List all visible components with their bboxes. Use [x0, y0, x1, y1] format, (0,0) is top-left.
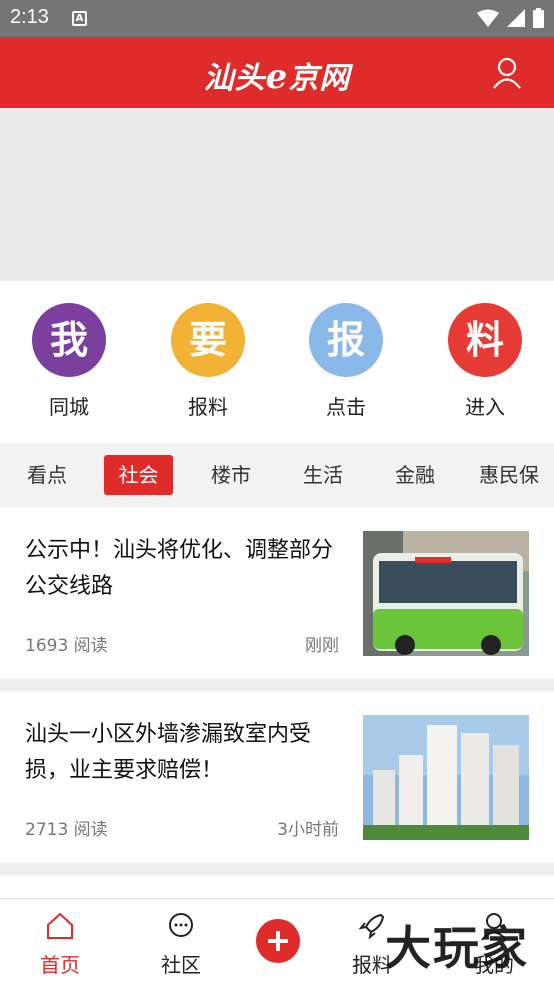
logo-main-text: 汕头 — [203, 61, 266, 96]
app-logo: 汕头e京网 — [0, 53, 554, 97]
quick-action-baoliao[interactable]: 要 报料 — [158, 303, 258, 420]
news-thumbnail-bus — [363, 531, 529, 656]
news-item[interactable]: 公示中！汕头将优化、调整部分公交线路 1693 阅读 刚刚 — [0, 507, 554, 679]
tab-kandian[interactable]: 看点 — [16, 455, 78, 495]
battery-icon — [533, 8, 544, 28]
news-separator — [0, 863, 554, 875]
news-title: 汕头一小区外墙渗漏致室内受损，业主要求赔偿！ — [25, 722, 312, 783]
news-time: 刚刚 — [305, 636, 339, 656]
quick-action-label: 进入 — [465, 395, 505, 419]
nav-home[interactable]: 首页 — [20, 911, 100, 978]
logo-e-text: e — [265, 57, 289, 97]
quick-action-dianji[interactable]: 报 点击 — [296, 303, 396, 420]
user-profile-icon[interactable] — [492, 57, 522, 89]
quick-action-tongcheng[interactable]: 我 同城 — [19, 303, 119, 420]
news-title: 公示中！汕头将优化、调整部分公交线路 — [25, 538, 334, 599]
status-time: 2:13 — [10, 6, 49, 28]
signal-icon — [507, 9, 525, 27]
tab-loushi[interactable]: 楼市 — [200, 455, 262, 495]
notification-a-icon: A — [72, 11, 87, 26]
nav-label: 首页 — [40, 953, 80, 977]
news-read-count: 1693 阅读 — [25, 636, 108, 656]
news-item[interactable]: 汕头一小区外墙渗漏致室内受损，业主要求赔偿！ 2713 阅读 3小时前 — [0, 691, 554, 863]
quick-action-circle: 料 — [448, 303, 522, 377]
tab-shenghuo[interactable]: 生活 — [292, 455, 354, 495]
quick-action-label: 同城 — [49, 395, 89, 419]
plus-icon — [268, 931, 288, 951]
rocket-icon — [358, 913, 385, 940]
tab-shehui[interactable]: 社会 — [104, 455, 173, 495]
category-tabs: 看点 社会 楼市 生活 金融 惠民保 — [0, 443, 554, 507]
news-separator — [0, 679, 554, 691]
nav-community[interactable]: 社区 — [141, 911, 221, 978]
quick-action-jinru[interactable]: 料 进入 — [435, 303, 535, 420]
banner-area[interactable] — [0, 108, 554, 281]
tab-jinrong[interactable]: 金融 — [384, 455, 446, 495]
add-post-button[interactable] — [256, 919, 300, 963]
chat-bubble-icon — [169, 913, 193, 937]
home-icon — [47, 912, 73, 939]
logo-tail-text: 京网 — [288, 61, 351, 96]
app-header: 汕头e京网 — [0, 37, 554, 108]
news-read-count: 2713 阅读 — [25, 820, 108, 840]
news-thumbnail-buildings — [363, 715, 529, 840]
watermark-text: 大玩家 — [385, 921, 529, 975]
quick-action-circle: 报 — [309, 303, 383, 377]
status-bar: 2:13 A — [0, 0, 554, 37]
quick-action-circle: 要 — [171, 303, 245, 377]
news-time: 3小时前 — [277, 820, 339, 840]
nav-label: 社区 — [161, 953, 201, 977]
wifi-icon — [477, 9, 499, 27]
quick-action-label: 报料 — [188, 395, 228, 419]
tab-huiminbao[interactable]: 惠民保 — [472, 455, 546, 495]
quick-action-circle: 我 — [32, 303, 106, 377]
quick-actions: 我 同城 要 报料 报 点击 料 进入 — [0, 281, 554, 443]
status-icons — [477, 8, 544, 28]
quick-action-label: 点击 — [326, 395, 366, 419]
